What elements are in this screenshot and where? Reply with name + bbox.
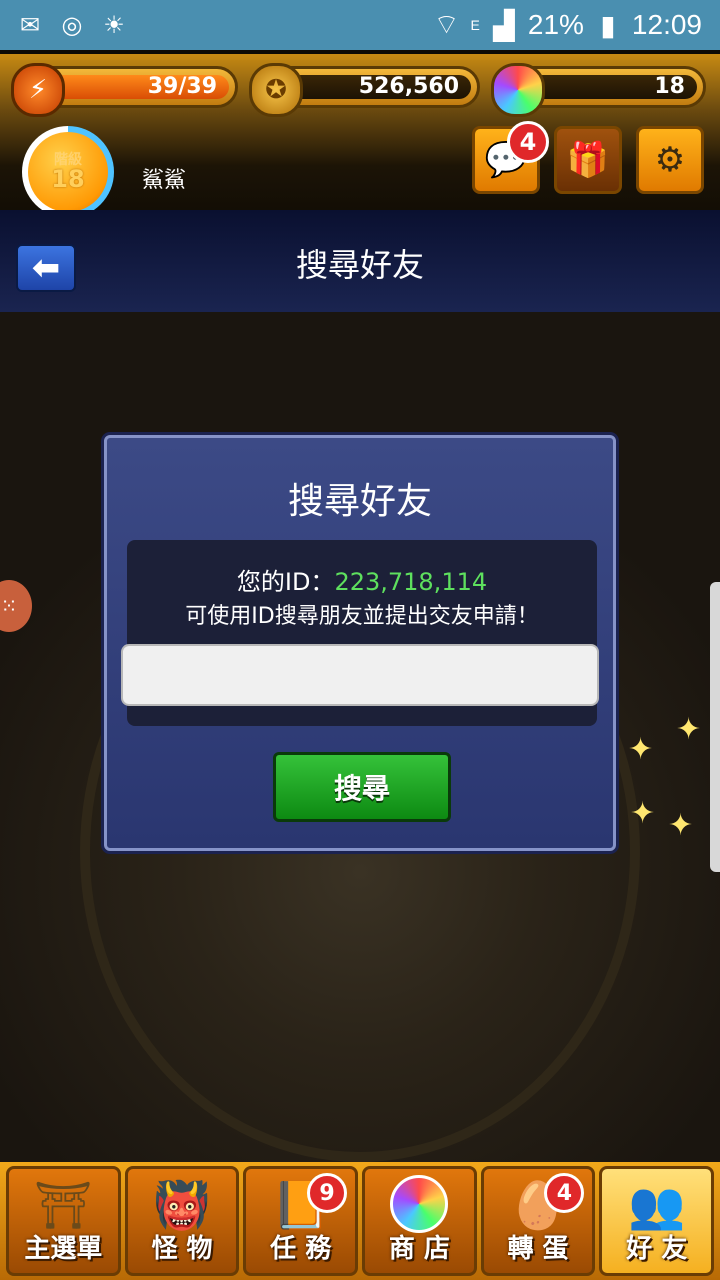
friend-id-input[interactable] [121, 644, 599, 706]
quest-badge: 9 [307, 1173, 348, 1213]
orb-value: 18 [531, 75, 697, 99]
clock: 12:09 [631, 9, 702, 40]
search-button[interactable]: 搜尋 [273, 752, 451, 822]
status-bar: ✉ ◎ ☀ ⌔ E ▟ 21% ▮ 12:09 [0, 0, 720, 50]
page-header: ⬅ 搜尋好友 [0, 210, 720, 314]
chat-button[interactable]: 💬 4 [472, 121, 549, 194]
nav-label: 商 店 [388, 1234, 450, 1264]
gift-button[interactable]: 🎁 [554, 126, 622, 194]
orb-bar: 18 [491, 63, 706, 117]
chat-badge: 4 [507, 121, 549, 163]
id-label: 您的ID： [236, 568, 335, 596]
nav-monsters[interactable]: 👹 怪 物 [124, 1166, 240, 1276]
weather-icon: ☀ [103, 11, 125, 39]
gift-icon: 🎁 [566, 140, 610, 180]
level-value: 18 [51, 165, 85, 193]
bottom-nav: ⛩ 主選單 👹 怪 物 📙 9 任 務 商 店 🥚 4 轉 蛋 👥 好 友 [0, 1162, 720, 1280]
nav-shop[interactable]: 商 店 [362, 1166, 477, 1276]
coin-value: 526,560 [289, 75, 471, 99]
home-gate-icon: ⛩ [34, 1178, 93, 1232]
page-title: 搜尋好友 [295, 246, 424, 284]
orb-icon [491, 63, 545, 117]
coin-bar: 526,560 ✪ [249, 63, 480, 117]
signal-icon: ▟ [493, 9, 515, 41]
floating-assist-button[interactable]: ⁙ [0, 580, 32, 632]
battery-icon: ▮ [600, 9, 616, 41]
id-value: 223,718,114 [334, 568, 488, 596]
network-type: E [470, 17, 480, 33]
wifi-icon: ⌔ [433, 8, 460, 40]
level-label: 階級 [54, 152, 82, 168]
nav-label: 主選單 [24, 1234, 103, 1264]
level-indicator[interactable]: 階級 18 [22, 126, 114, 218]
battery-percent: 21% [527, 9, 584, 40]
edge-panel-handle[interactable] [710, 582, 720, 872]
search-friend-dialog: 搜尋好友 您的ID：223,718,114 可使用ID搜尋朋友並提出交友申請！ … [104, 435, 616, 851]
lightning-icon: ⚡ [11, 63, 65, 117]
nav-main-menu[interactable]: ⛩ 主選單 [6, 1166, 121, 1276]
monster-icon: 👹 [153, 1178, 211, 1232]
player-name: 鯊鯊 [142, 168, 187, 193]
top-bar: 39/39 ⚡ 526,560 ✪ 18 階級 18 鯊鯊 💬 4 🎁 ⚙ [0, 50, 720, 218]
nav-gacha[interactable]: 🥚 4 轉 蛋 [480, 1166, 596, 1276]
search-hint: 可使用ID搜尋朋友並提出交友申請！ [185, 604, 539, 629]
sync-icon: ◎ [61, 11, 83, 39]
stamina-bar: 39/39 ⚡ [11, 63, 238, 117]
nav-label: 轉 蛋 [507, 1234, 569, 1264]
sparkle-icon: ✦ [630, 796, 656, 831]
sparkle-icon: ✦ [668, 808, 694, 843]
player-id-line: 您的ID：223,718,114 [127, 562, 597, 597]
gear-icon: ⚙ [654, 140, 686, 180]
sparkle-icon: ✦ [676, 712, 702, 747]
nav-label: 好 友 [626, 1234, 688, 1264]
nav-quests[interactable]: 📙 9 任 務 [243, 1166, 359, 1276]
nav-label: 任 務 [270, 1234, 332, 1264]
mail-icon: ✉ [19, 11, 41, 39]
settings-button[interactable]: ⚙ [636, 126, 704, 194]
nav-label: 怪 物 [151, 1234, 213, 1264]
stamina-value: 39/39 [51, 75, 229, 99]
sparkle-icon: ✦ [628, 732, 654, 767]
dots-icon: ⁙ [0, 594, 18, 618]
nav-friends[interactable]: 👥 好 友 [599, 1166, 715, 1276]
coin-icon: ✪ [249, 63, 303, 117]
friends-icon: 👥 [628, 1178, 686, 1232]
id-info-box: 您的ID：223,718,114 可使用ID搜尋朋友並提出交友申請！ [121, 540, 599, 726]
dialog-title: 搜尋好友 [287, 481, 432, 522]
